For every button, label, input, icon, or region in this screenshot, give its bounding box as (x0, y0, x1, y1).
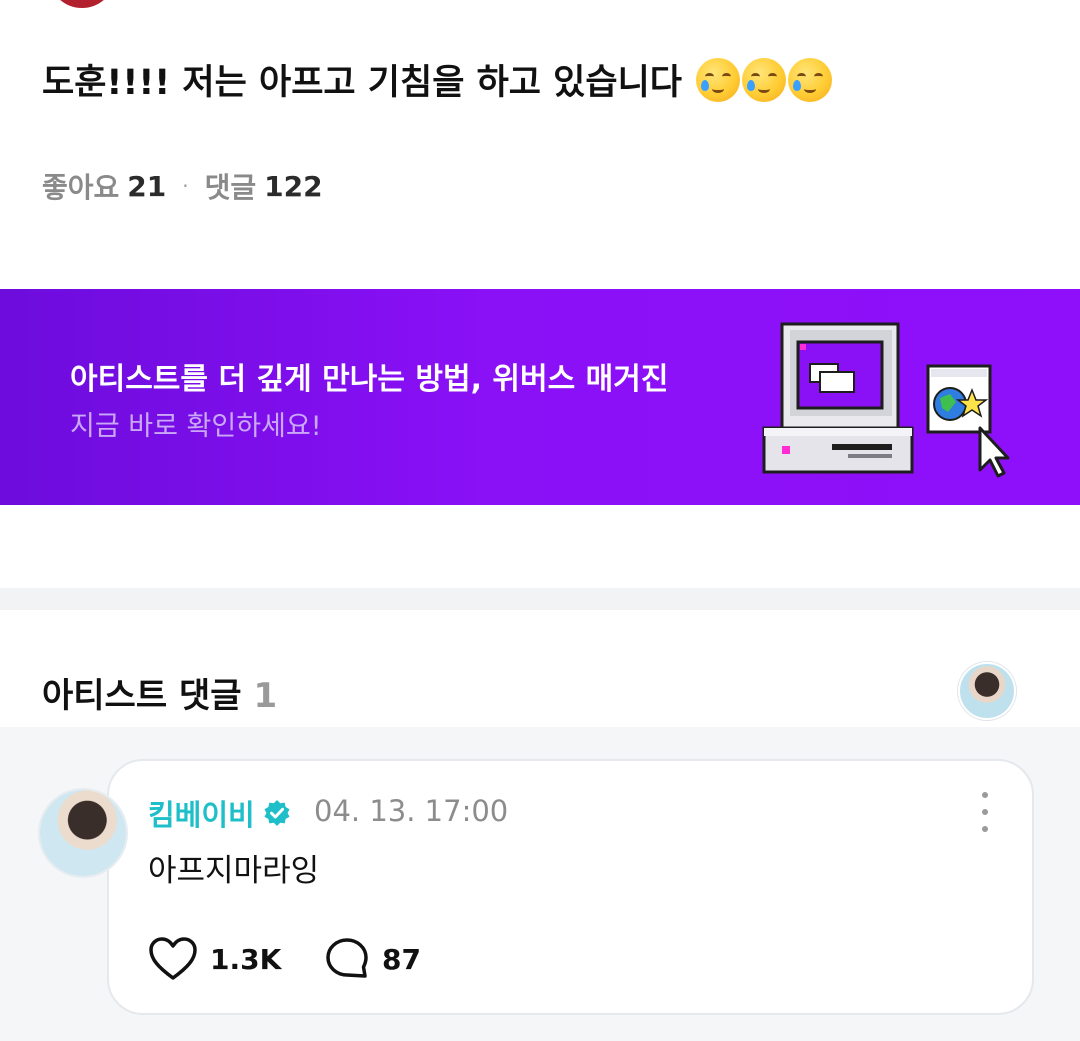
comment-timestamp: 04. 13. 17:00 (314, 794, 509, 828)
more-options-icon[interactable] (975, 792, 995, 832)
verified-badge-icon (264, 800, 290, 826)
comment-reply-button[interactable]: 87 (324, 936, 421, 982)
artist-comments-title: 아티스트 댓글 (42, 676, 242, 716)
post-author-avatar[interactable] (50, 0, 114, 8)
comments-count[interactable]: 122 (264, 170, 322, 203)
comment-like-button[interactable]: 1.3K (148, 936, 281, 982)
emoji-row (695, 57, 834, 102)
comment-author[interactable]: 킴베이비 (148, 792, 291, 834)
artist-comments-count: 1 (253, 676, 278, 716)
speech-bubble-icon (326, 938, 368, 978)
comments-label[interactable]: 댓글 (205, 166, 257, 206)
post-text: 도훈!!!! 저는 아프고 기침을 하고 있습니다 (42, 63, 682, 103)
likes-count[interactable]: 21 (127, 170, 166, 203)
artist-comments-heading: 아티스트 댓글 1 (42, 668, 277, 717)
comment-author-name[interactable]: 킴베이비 (148, 792, 255, 834)
crying-face-emoji-icon (695, 57, 740, 102)
likes-label[interactable]: 좋아요 (42, 166, 119, 206)
comment-text: 아프지마라잉 (148, 853, 320, 889)
heart-icon (149, 937, 197, 980)
post-body: 도훈!!!! 저는 아프고 기침을 하고 있습니다 (42, 54, 834, 105)
crying-face-emoji-icon (741, 57, 786, 102)
comment-reply-count: 87 (382, 942, 421, 976)
banner-title[interactable]: 아티스트를 더 깊게 만나는 방법, 위버스 매거진 (70, 354, 668, 398)
post-stats: 좋아요 21 · 댓글 122 (42, 166, 323, 206)
stats-separator: · (182, 174, 189, 198)
comment-like-count: 1.3K (210, 942, 282, 976)
crying-face-emoji-icon (787, 57, 832, 102)
comment-author-avatar[interactable] (40, 790, 126, 876)
banner-subtitle[interactable]: 지금 바로 확인하세요! (70, 404, 322, 443)
artist-avatar[interactable] (958, 662, 1016, 720)
section-divider (0, 588, 1080, 610)
retro-computer-illustration-icon (762, 322, 1010, 478)
